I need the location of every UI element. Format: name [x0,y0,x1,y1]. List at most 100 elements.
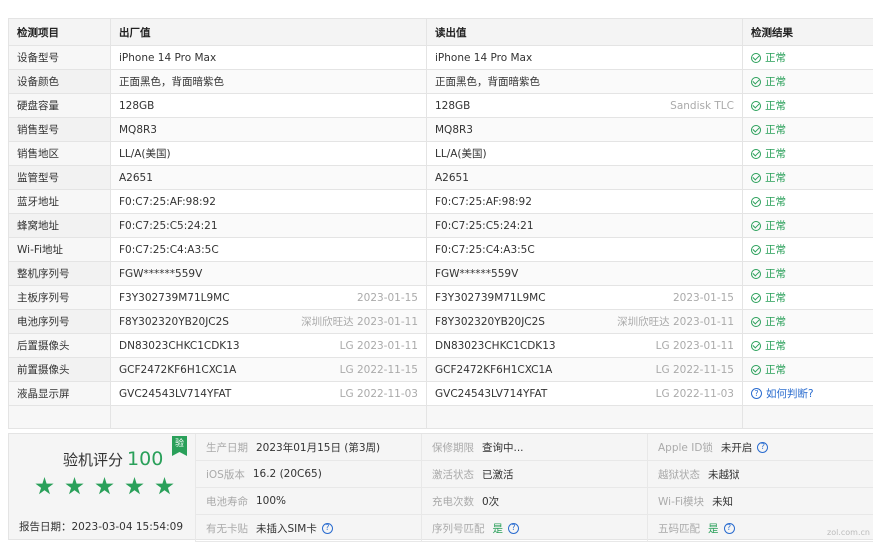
row-label: 液晶显示屏 [8,381,111,406]
info-cell: 充电次数 0次 [421,488,647,514]
read-value: F3Y302739M71L9MC [435,291,546,304]
read-value-cell: F0:C7:25:AF:98:92 [426,189,743,214]
factory-value-cell: F0:C7:25:AF:98:92 [110,189,427,214]
read-value-cell: F3Y302739M71L9MC 2023-01-15 [426,285,743,310]
factory-value-cell: iPhone 14 Pro Max [110,45,427,70]
factory-value-cell: GVC24543LV714YFAT LG 2022-11-03 [110,381,427,406]
read-value: A2651 [435,171,469,184]
read-value-cell: F8Y302320YB20JC2S 深圳欣旺达 2023-01-11 [426,309,743,334]
read-value: GVC24543LV714YFAT [435,387,548,400]
status-ok: 正常 [751,98,873,113]
read-value-cell: DN83023CHKC1CDK13 LG 2023-01-11 [426,333,743,358]
star-rating [35,477,174,496]
filler-cell [742,405,873,429]
info-value-text: 0次 [482,495,500,508]
watermark: zol.com.cn [827,528,870,537]
check-circle-icon [751,268,761,279]
info-value-text: 16.2 (20C65) [252,468,322,480]
result-cell: 正常 [742,261,873,286]
help-icon[interactable]: ? [723,522,735,534]
check-circle-icon [751,124,761,135]
result-text: 正常 [765,172,786,184]
factory-value: GVC24543LV714YFAT [119,387,232,400]
info-value: 已激活 [482,467,514,482]
table-row: Wi-Fi地址 F0:C7:25:C4:A3:5C F0:C7:25:C4:A3:5… [8,237,873,262]
help-icon[interactable]: ? [508,522,519,534]
factory-value: LL/A(美国) [119,148,171,160]
factory-extra: LG 2023-01-11 [339,339,418,352]
row-label: 销售型号 [8,117,111,142]
score-label: 验机评分 [63,451,124,469]
check-circle-icon [751,340,761,351]
result-text: 如何判断? [766,388,814,400]
read-extra: LG 2022-11-15 [655,363,734,376]
read-value: F8Y302320YB20JC2S [435,315,545,328]
read-value-cell: LL/A(美国) [426,141,743,166]
read-value: F0:C7:25:AF:98:92 [435,195,532,208]
table-row: 设备颜色 正面黑色，背面暗紫色 正面黑色，背面暗紫色 正常 [8,69,873,94]
table-row: 整机序列号 FGW******559V FGW******559V 正常 [8,261,873,286]
how-to-judge-link[interactable]: ? 如何判断? [751,386,873,401]
info-cell: iOS版本 16.2 (20C65) [195,461,421,487]
read-extra: 深圳欣旺达 2023-01-11 [617,316,734,328]
factory-value-cell: F3Y302739M71L9MC 2023-01-15 [110,285,427,310]
result-text: 正常 [765,268,786,280]
info-row: 电池寿命 100% 充电次数 0次 Wi-Fi模块 未知 [195,488,873,515]
info-cell: 序列号匹配是? [421,515,647,541]
info-value-text: 查询中... [482,441,524,454]
row-label: 设备颜色 [8,69,111,94]
row-label: 设备型号 [8,45,111,70]
factory-value-cell: F8Y302320YB20JC2S 深圳欣旺达 2023-01-11 [110,309,427,334]
factory-extra: LG 2022-11-15 [339,363,418,376]
result-cell: 正常 [742,189,873,214]
info-label: 越狱状态 [658,468,700,481]
factory-value: F0:C7:25:AF:98:92 [119,195,216,208]
result-cell[interactable]: ? 如何判断? [742,381,873,406]
info-row: 有无卡贴 未插入SIM卡? 序列号匹配是? 五码匹配是? [195,515,873,542]
check-circle-icon [751,148,761,159]
info-value: 未开启? [721,440,769,455]
check-circle-icon [751,220,761,231]
info-value-text: 100% [256,495,287,507]
info-value-text: 已激活 [482,468,514,481]
question-icon: ? [751,388,762,399]
check-circle-icon [751,172,761,183]
verified-badge: 验 [172,436,187,456]
status-ok: 正常 [751,50,873,65]
read-value-cell: 128GB Sandisk TLC [426,93,743,118]
status-ok: 正常 [751,122,873,137]
read-value: 正面黑色，背面暗紫色 [435,76,540,88]
row-label: 电池序列号 [8,309,111,334]
star-icon [35,477,54,495]
read-value: F0:C7:25:C5:24:21 [435,219,534,232]
info-label: Wi-Fi模块 [658,495,705,508]
table-row: 销售型号 MQ8R3 MQ8R3 正常 [8,117,873,142]
factory-value: F0:C7:25:C5:24:21 [119,219,218,232]
info-cell: 激活状态 已激活 [421,461,647,487]
factory-value: DN83023CHKC1CDK13 [119,339,240,352]
help-icon[interactable]: ? [757,441,769,453]
info-cell: 有无卡贴 未插入SIM卡? [195,515,421,541]
info-label: 序列号匹配 [432,522,485,535]
factory-value-cell: DN83023CHKC1CDK13 LG 2023-01-11 [110,333,427,358]
help-icon[interactable]: ? [321,522,333,534]
row-label: 销售地区 [8,141,111,166]
star-icon [125,477,144,495]
report-date: 报告日期：2023-03-04 15:54:09 [19,521,184,533]
filler-cell [426,405,743,429]
read-value-cell: iPhone 14 Pro Max [426,45,743,70]
table-row: 前置摄像头 GCF2472KF6H1CXC1A LG 2022-11-15 GCF24… [8,357,873,382]
status-ok: 正常 [751,314,873,329]
info-label: 电池寿命 [206,495,248,508]
summary-panel: 验 验机评分 100 报告日期：2023-03-04 15:54:09 生产日期 2… [8,433,873,542]
result-text: 正常 [765,364,786,376]
result-text: 正常 [765,100,786,112]
status-ok: 正常 [751,194,873,209]
table-row: 主板序列号 F3Y302739M71L9MC 2023-01-15 F3Y302739… [8,285,873,310]
star-icon [155,477,174,495]
status-ok: 正常 [751,146,873,161]
read-value-cell: MQ8R3 [426,117,743,142]
read-extra: Sandisk TLC [670,99,734,112]
filler-cell [110,405,427,429]
inspection-table: 检测项目 出厂值 读出值 检测结果 设备型号 iPhone 14 Pro Max i… [8,18,873,429]
